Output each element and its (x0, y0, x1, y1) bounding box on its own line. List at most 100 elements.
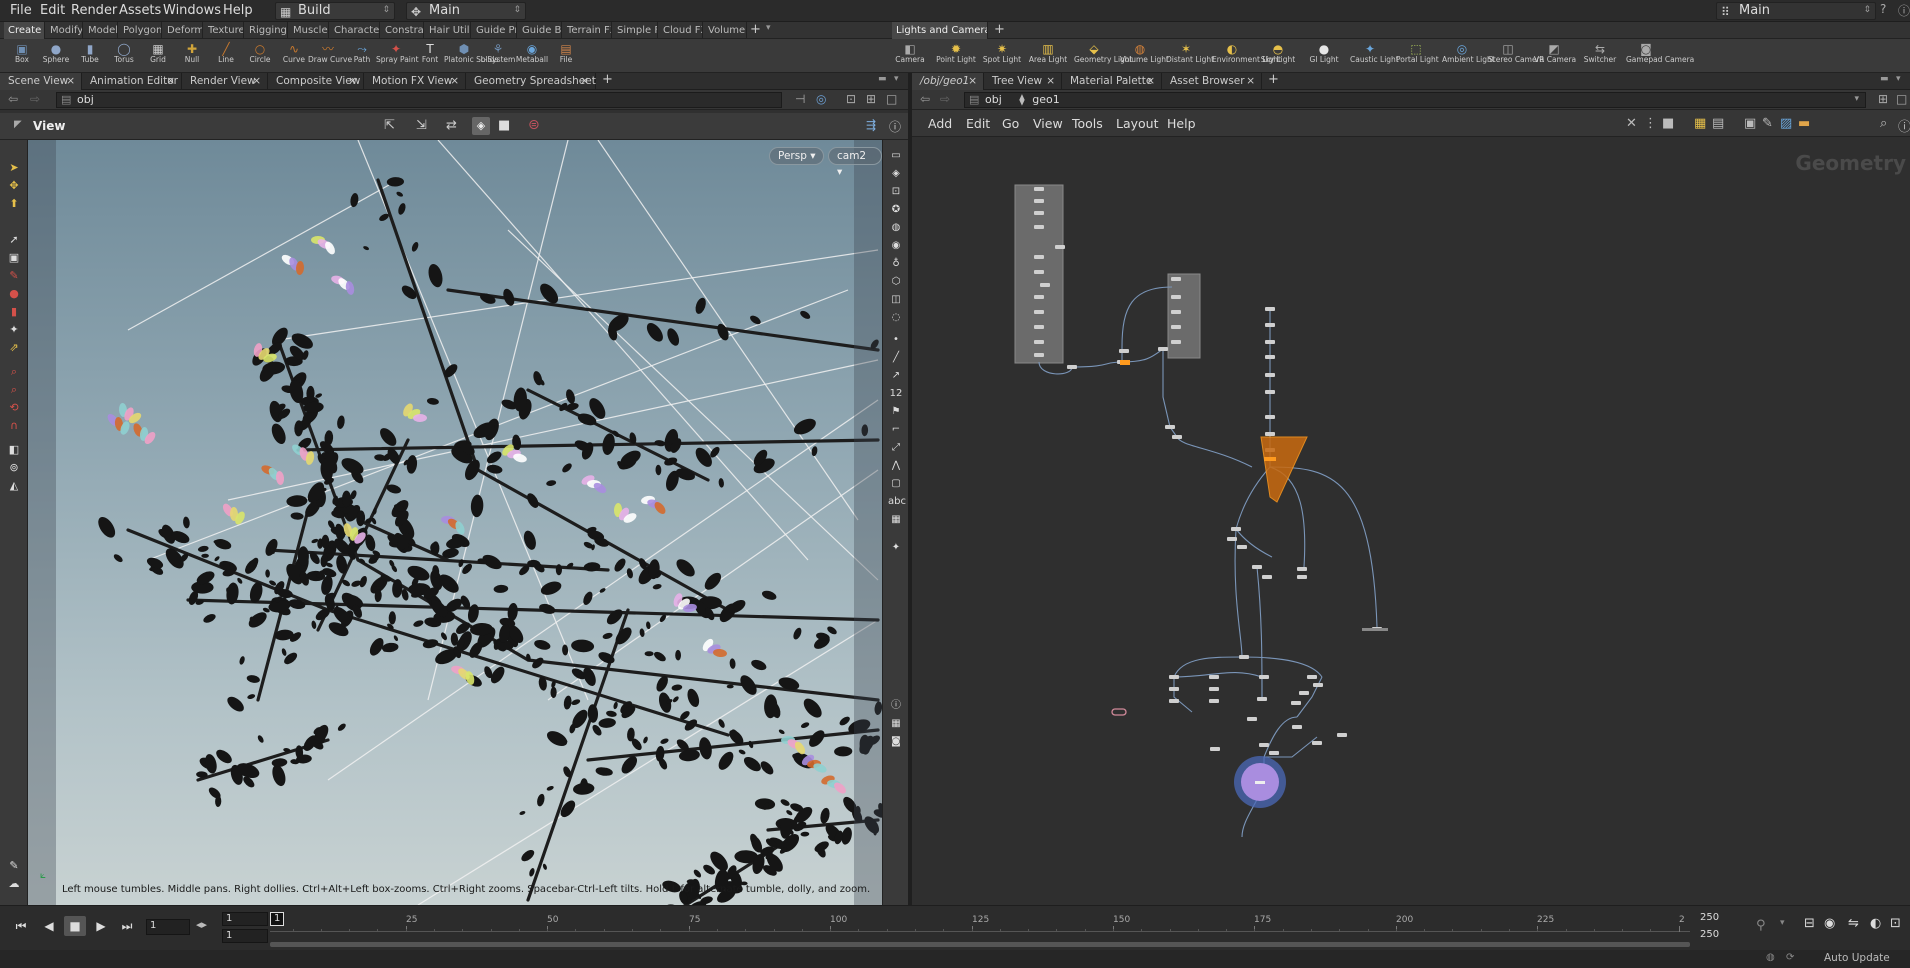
light-icon[interactable]: ◈ (888, 166, 904, 182)
shelf-tab-13[interactable]: Terrain FX (563, 22, 612, 39)
menu-help[interactable]: Help (223, 3, 253, 18)
node-icon[interactable]: ⋀ (888, 458, 904, 474)
menu-windows[interactable]: Windows (163, 3, 221, 18)
network-node[interactable] (1237, 545, 1247, 549)
network-node[interactable] (1171, 310, 1181, 314)
close-icon[interactable]: × (450, 73, 459, 90)
num-icon[interactable]: 12 (888, 386, 904, 402)
key-options-icon[interactable]: ⚲ (1756, 918, 1766, 933)
close-icon[interactable]: × (348, 73, 357, 90)
network-node[interactable] (1040, 283, 1050, 287)
tool-distant-light[interactable]: ✶ Distant Light (1166, 39, 1214, 73)
timeline-cursor[interactable]: 1 (270, 912, 285, 926)
close-icon[interactable]: × (1146, 73, 1155, 90)
range-start-field[interactable]: 1 (222, 929, 268, 943)
loop-icon[interactable]: ⇋ (1848, 916, 1859, 931)
persp-menu[interactable]: Persp ▾ (769, 147, 825, 165)
network-node[interactable] (1034, 310, 1044, 314)
image2-icon[interactable]: ▦ (888, 512, 904, 528)
shelf-tab-15[interactable]: Cloud FX (659, 22, 703, 39)
plus-icon[interactable]: + (750, 22, 761, 37)
close-icon[interactable]: × (1046, 73, 1055, 90)
select-icon[interactable]: ➤ (6, 160, 22, 176)
link-icon[interactable]: ◎ (816, 92, 826, 106)
cloud-icon[interactable]: ☁ (6, 876, 22, 892)
network-node[interactable] (1172, 435, 1182, 439)
menu-assets[interactable]: Assets (119, 3, 161, 18)
back-arrow-icon[interactable]: ⇦ (920, 92, 930, 106)
wrench-icon[interactable]: ✕ (1626, 116, 1637, 131)
network-node[interactable] (1299, 691, 1309, 695)
forward-arrow-icon[interactable]: ⇨ (30, 92, 40, 106)
tool-stereo-camera[interactable]: ◫ Stereo Camera (1488, 39, 1544, 73)
jump-start-icon[interactable]: ⏮ (10, 916, 32, 936)
pane-tab-4[interactable]: Motion FX View × (364, 73, 466, 90)
network-node[interactable] (1055, 245, 1065, 249)
desktop-right-dropdown[interactable]: ⠿ Main ⇕ (1716, 2, 1876, 20)
scene-viewport[interactable]: Persp ▾ cam2 ▾ ⟀ Left mouse tumbles. Mid… (28, 140, 882, 905)
jump-end-icon[interactable]: ⏭ (116, 916, 138, 936)
network-node[interactable] (1297, 575, 1307, 579)
range-end-field[interactable]: 250 (1697, 929, 1741, 943)
selected-node[interactable] (1120, 360, 1130, 365)
path-geo1[interactable]: geo1 (1032, 93, 1059, 106)
select-points-icon[interactable]: ⇲ (416, 118, 427, 133)
shelf-tab-11[interactable]: Guide Pr... (472, 22, 517, 39)
pin-icon[interactable]: ⊣ (795, 92, 805, 106)
timeline-ruler[interactable]: 25 50 75 100 125 150 175 200 225 2 1 (270, 908, 1690, 932)
camera2-icon[interactable]: ◫ (888, 292, 904, 308)
network-node[interactable] (1169, 675, 1179, 679)
chevron-down-icon[interactable]: ▾ (1896, 74, 1901, 84)
network-help-icon[interactable]: ⓘ (1898, 116, 1910, 135)
brush-icon[interactable]: ▮ (6, 304, 22, 320)
network-node[interactable] (1262, 575, 1272, 579)
pane-tab-0[interactable]: Scene View × (0, 73, 82, 90)
menu-render[interactable]: Render (71, 3, 117, 18)
lamp-icon[interactable]: ♁ (888, 256, 904, 272)
pt-icon[interactable]: • (888, 332, 904, 348)
sphere2-icon[interactable]: ◍ (888, 220, 904, 236)
network-node[interactable] (1034, 225, 1044, 229)
network-node[interactable] (1265, 355, 1275, 359)
context-dropdown[interactable]: ✥ Main ⇕ (406, 2, 526, 20)
network-menu-layout[interactable]: Layout (1116, 116, 1159, 131)
menu-file[interactable]: File (10, 3, 32, 18)
network-node[interactable] (1034, 295, 1044, 299)
plus-icon[interactable]: + (994, 22, 1005, 37)
auto-update-label[interactable]: Auto Update (1824, 952, 1890, 964)
close-icon[interactable]: × (1246, 73, 1255, 90)
network-node[interactable] (1259, 675, 1269, 679)
network-menu-tools[interactable]: Tools (1072, 116, 1103, 131)
output-null[interactable] (1362, 628, 1388, 631)
pane-tab-right-1[interactable]: Tree View × (984, 73, 1062, 90)
tool-sky-light[interactable]: ◓ Sky Light (1258, 39, 1298, 73)
network-node[interactable] (1265, 373, 1275, 377)
tool-caustic-light[interactable]: ✦ Caustic Light (1350, 39, 1399, 73)
network-node[interactable] (1265, 323, 1275, 327)
lock2-icon[interactable]: ⊡ (888, 184, 904, 200)
network-node[interactable] (1337, 733, 1347, 737)
sticky-note-icon[interactable]: ✎ (1762, 116, 1773, 131)
network-node[interactable] (1307, 675, 1317, 679)
network-node[interactable] (1034, 340, 1044, 344)
chat-icon[interactable]: ◍ (1766, 952, 1775, 963)
snap-icon[interactable]: ◧ (6, 442, 22, 458)
pane-tab-right-2[interactable]: Material Palette × (1062, 73, 1162, 90)
realtime-icon[interactable]: ◉ (1824, 916, 1835, 931)
image-icon[interactable]: ▨ (1780, 116, 1792, 131)
close-icon[interactable]: × (968, 73, 977, 90)
network-node[interactable] (1171, 340, 1181, 344)
path-obj[interactable]: obj (985, 93, 1002, 106)
select-edges-icon[interactable]: ⇄ (446, 118, 457, 133)
shelf-tab-5[interactable]: Texture (204, 22, 244, 39)
flag-icon[interactable]: ⚑ (888, 404, 904, 420)
tool-file[interactable]: ▤ File (546, 39, 586, 73)
info-icon[interactable]: ⓘ (1898, 2, 1910, 19)
chevron-down-icon[interactable]: ▾ (1780, 918, 1785, 928)
camera-view-icon[interactable]: ◭ (6, 478, 22, 494)
display-options-icon[interactable]: ⇶ (866, 118, 876, 132)
camera3-icon[interactable]: ◙ (888, 734, 904, 750)
light2-icon[interactable]: ✦ (888, 540, 904, 556)
grid-snap-icon[interactable]: ■ (1662, 116, 1674, 131)
refresh-icon[interactable]: ⟳ (1786, 952, 1794, 963)
